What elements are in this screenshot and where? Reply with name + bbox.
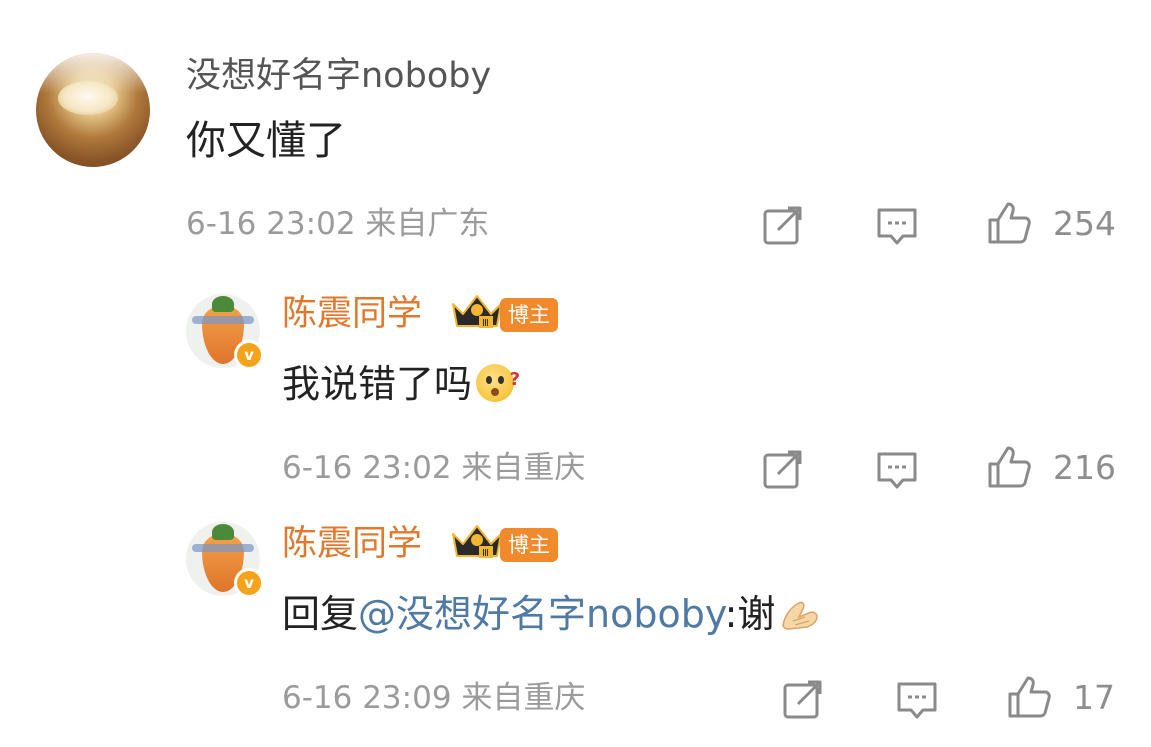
verified-v-icon: v	[234, 568, 264, 598]
comment-icon[interactable]	[894, 676, 940, 722]
comment-thread: 没想好名字noboby 你又懂了 6-16 23:02 来自广东 254 v 陈…	[0, 0, 1151, 747]
crown-level-icon: Ⅲ	[452, 525, 502, 559]
avatar-decoration	[192, 316, 254, 324]
avatar[interactable]	[36, 53, 150, 167]
leaf-image	[212, 296, 234, 312]
like-count: 216	[1053, 448, 1116, 487]
reply-text: 回复@没想好名字noboby:谢	[282, 590, 823, 638]
blogger-badge: 博主	[500, 298, 558, 332]
comment-icon[interactable]	[874, 446, 920, 492]
cream-puff-icon	[58, 81, 118, 115]
like-count: 17	[1073, 678, 1115, 717]
avatar[interactable]: v	[186, 294, 264, 370]
share-icon[interactable]	[760, 202, 806, 248]
crown-level-icon: Ⅲ	[452, 295, 502, 329]
confused-face-emoji: ?	[476, 363, 520, 402]
reply-meta: 6-16 23:02 来自重庆	[282, 450, 586, 486]
pray-hands-emoji	[782, 601, 819, 630]
leaf-image	[212, 524, 234, 540]
reply-text-content: 我说错了吗	[282, 362, 473, 406]
comment-text: 你又懂了	[186, 118, 346, 164]
blogger-badge: 博主	[500, 528, 558, 562]
reply-meta: 6-16 23:09 来自重庆	[282, 680, 586, 716]
share-icon[interactable]	[780, 676, 826, 722]
like-count: 254	[1053, 204, 1116, 243]
comment-meta: 6-16 23:02 来自广东	[186, 206, 490, 242]
share-icon[interactable]	[760, 446, 806, 492]
reply-text: 我说错了吗 ?	[282, 360, 520, 408]
comment-icon[interactable]	[874, 202, 920, 248]
reply-prefix: 回复	[282, 592, 359, 636]
thumbs-up-icon[interactable]	[986, 444, 1032, 490]
comment-username[interactable]: 没想好名字noboby	[186, 54, 491, 98]
reply-suffix: :谢	[724, 592, 776, 636]
reply-username[interactable]: 陈震同学	[282, 292, 422, 336]
svg-text:Ⅲ: Ⅲ	[482, 548, 489, 559]
thumbs-up-icon[interactable]	[986, 200, 1032, 246]
mention-link[interactable]: @没想好名字noboby	[358, 592, 725, 636]
svg-text:Ⅲ: Ⅲ	[482, 318, 489, 329]
verified-v-icon: v	[234, 340, 264, 370]
avatar-decoration	[192, 544, 254, 552]
avatar[interactable]: v	[186, 522, 264, 598]
reply-username[interactable]: 陈震同学	[282, 522, 422, 566]
thumbs-up-icon[interactable]	[1006, 674, 1052, 720]
